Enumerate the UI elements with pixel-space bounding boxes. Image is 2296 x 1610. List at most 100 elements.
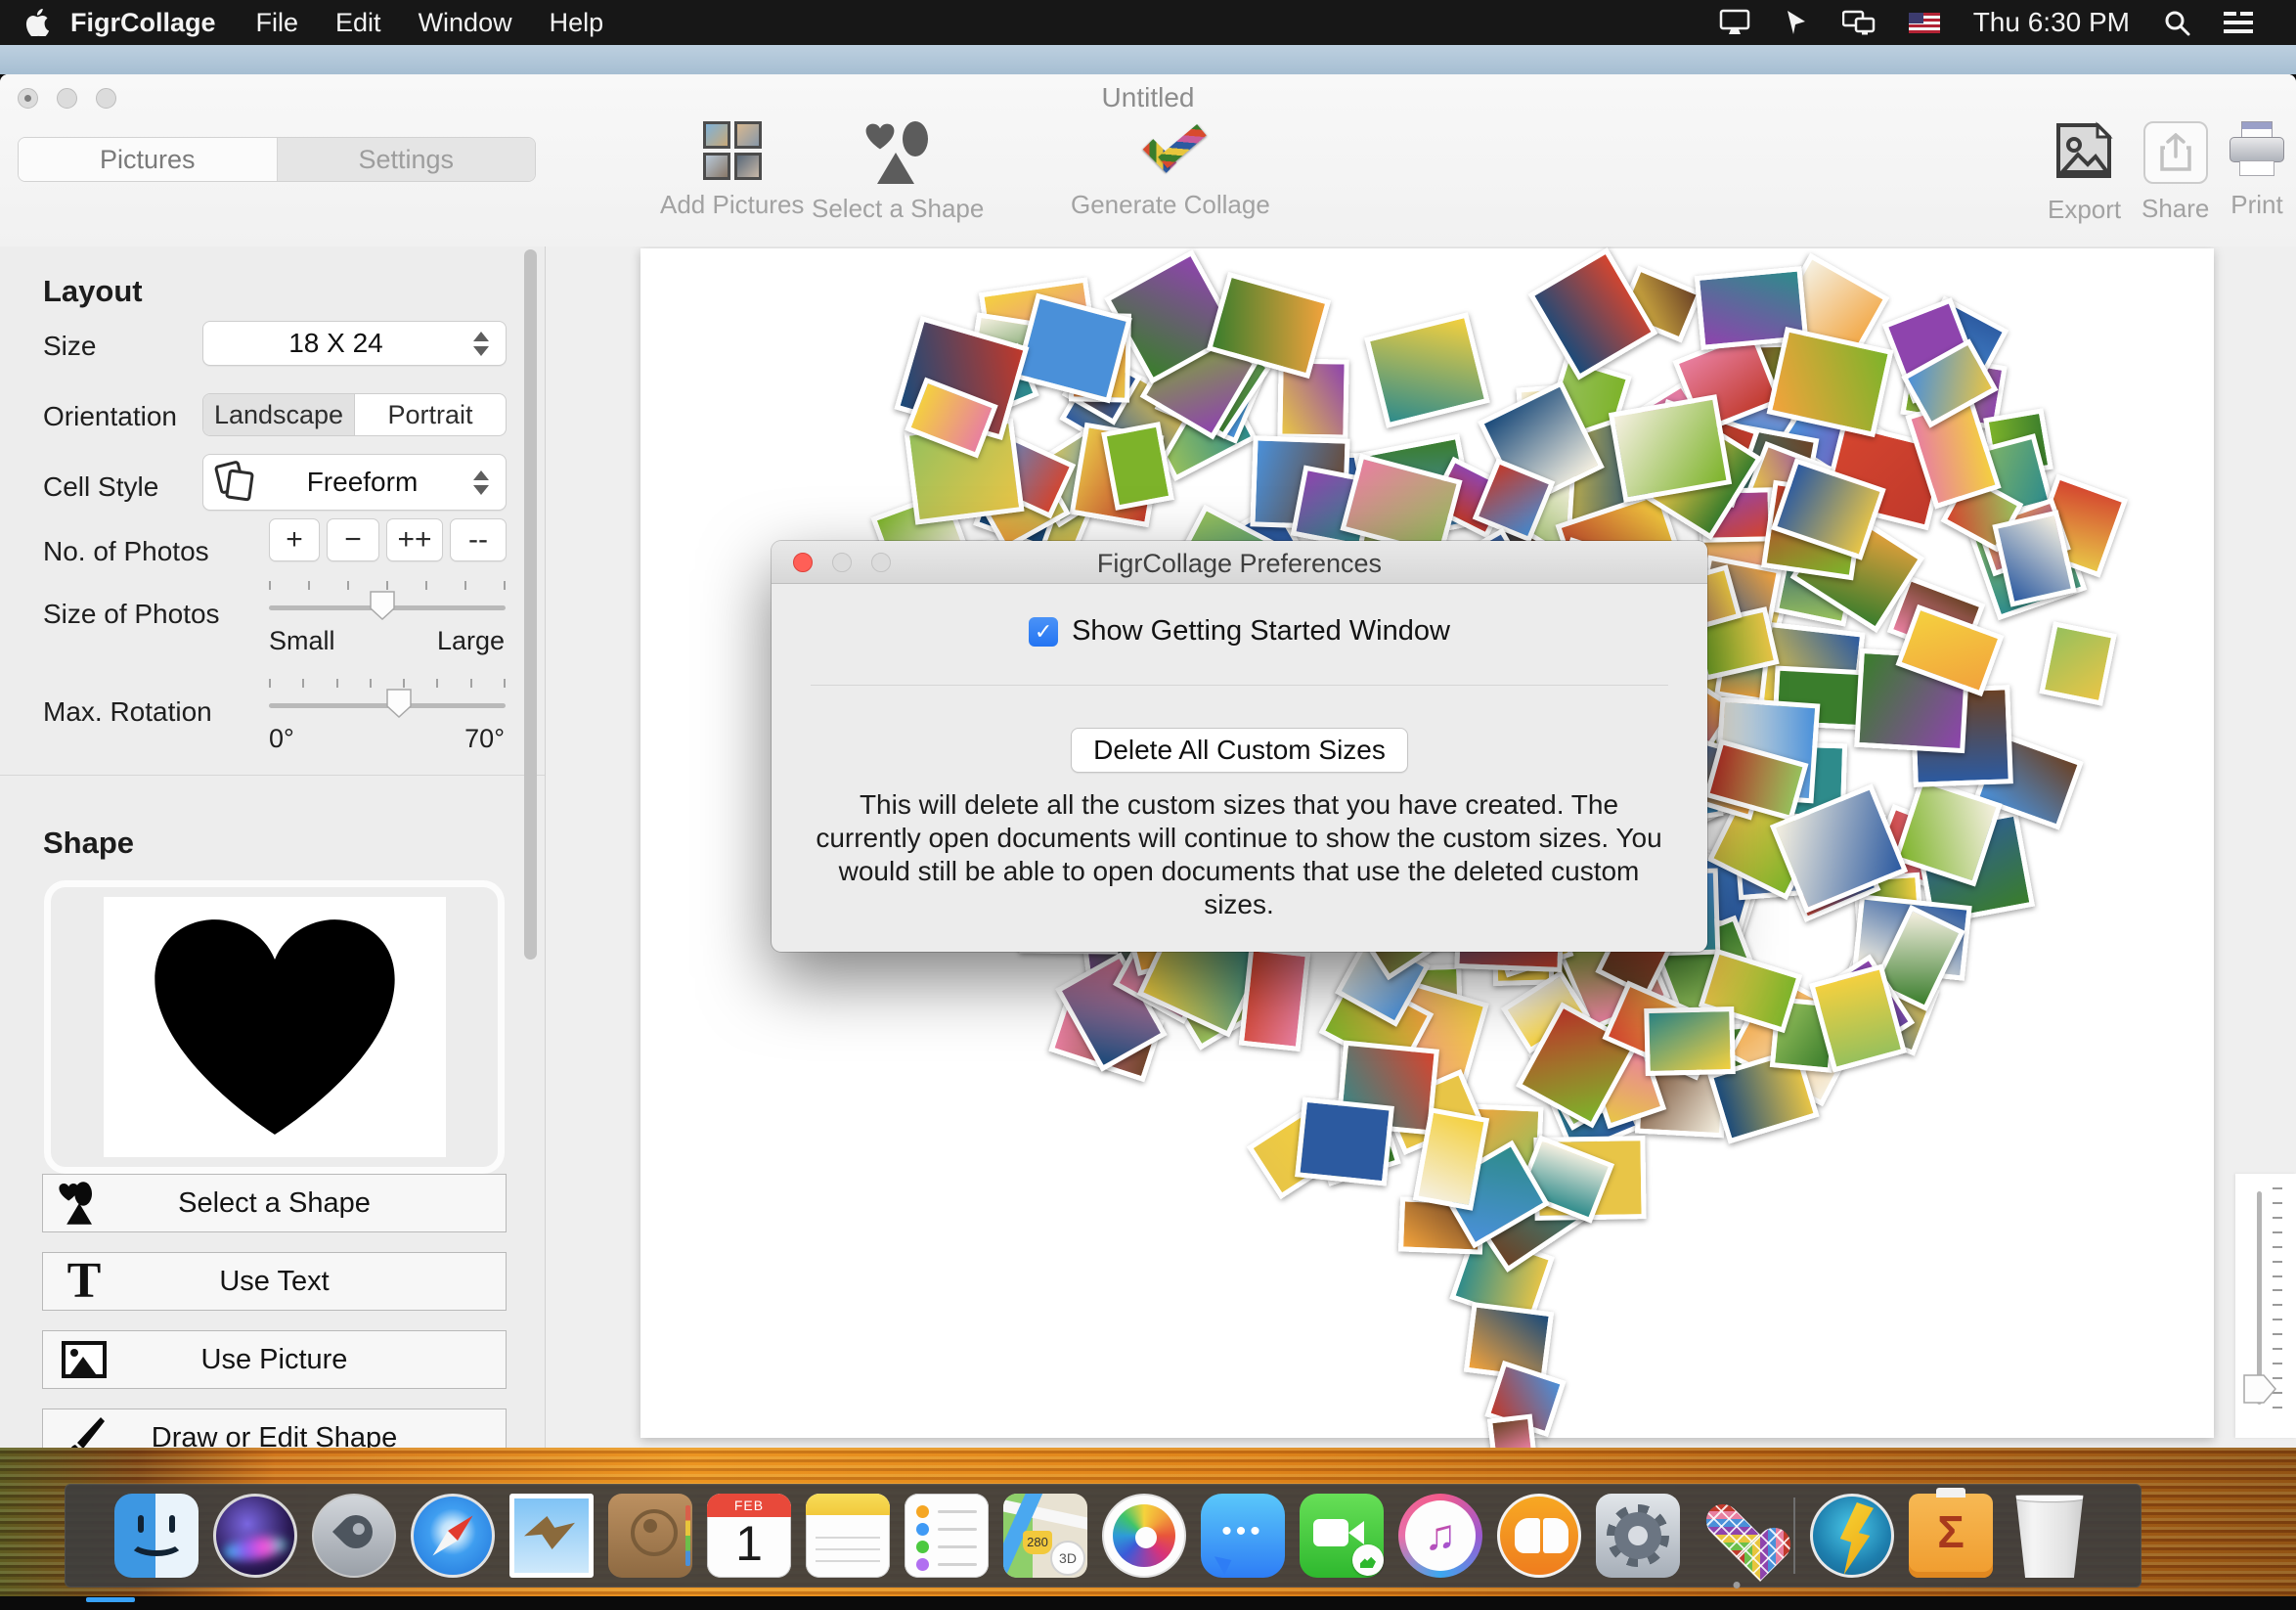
dock-figrcollage-icon[interactable] — [1695, 1494, 1779, 1578]
use-picture-label: Use Picture — [43, 1344, 506, 1376]
dock-calendar-icon[interactable]: FEB1 — [707, 1494, 791, 1578]
select-shape-button[interactable]: Select a Shape — [812, 121, 984, 224]
dock-maps-icon[interactable]: 2803D — [1003, 1494, 1087, 1578]
menu-window[interactable]: Window — [400, 8, 531, 38]
menu-help[interactable]: Help — [531, 8, 623, 38]
getting-started-checkbox-row[interactable]: ✓ Show Getting Started Window — [772, 615, 1707, 648]
messages-dots: ••• — [1201, 1527, 1285, 1537]
dialog-title: FigrCollage Preferences — [772, 549, 1707, 579]
shapes-icon — [59, 1187, 93, 1220]
menu-bar: FigrCollage File Edit Window Help Thu 6:… — [0, 0, 2296, 45]
collage-photo[interactable] — [2039, 621, 2117, 706]
photos-plusplus-button[interactable]: ++ — [386, 518, 443, 561]
dock-siri-icon[interactable] — [213, 1494, 297, 1578]
use-text-label: Use Text — [43, 1266, 506, 1298]
dock-system-preferences-icon[interactable] — [1596, 1494, 1680, 1578]
apple-menu-icon[interactable] — [25, 9, 49, 36]
orientation-landscape[interactable]: Landscape — [203, 394, 355, 435]
collage-photo[interactable] — [1609, 394, 1732, 502]
rotation-slider-thumb[interactable] — [386, 689, 412, 718]
dock-divider — [1793, 1498, 1795, 1574]
share-button[interactable]: Share — [2141, 121, 2209, 224]
menu-clock[interactable]: Thu 6:30 PM — [1973, 7, 2130, 38]
dock-finder-icon[interactable] — [114, 1494, 199, 1578]
share-icon — [2143, 121, 2208, 184]
draw-edit-shape-label: Draw or Edit Shape — [43, 1422, 506, 1449]
dock-trash-icon[interactable] — [2008, 1494, 2092, 1578]
add-pictures-icon — [703, 121, 762, 180]
dock-facetime-icon[interactable] — [1300, 1494, 1384, 1578]
menu-app-name[interactable]: FigrCollage — [49, 8, 238, 38]
input-language-flag-icon[interactable] — [1909, 13, 1940, 33]
shape-preview — [44, 880, 505, 1174]
canvas-zoom-thumb[interactable] — [2243, 1374, 2276, 1409]
getting-started-checkbox[interactable]: ✓ — [1029, 617, 1058, 647]
photos-plus-button[interactable]: + — [269, 518, 320, 561]
display-mirroring-icon[interactable] — [1719, 9, 1750, 36]
cell-style-dropdown[interactable]: Freeform — [202, 454, 507, 511]
calendar-month-text: FEB — [707, 1494, 791, 1517]
displays-icon[interactable] — [1842, 9, 1876, 36]
sidebar-scrollbar[interactable] — [524, 249, 537, 960]
photos-minus-button[interactable]: − — [327, 518, 379, 561]
stepper-arrows-icon — [468, 332, 494, 356]
generate-collage-icon — [1135, 121, 1206, 180]
draw-edit-shape-button[interactable]: Draw or Edit Shape — [42, 1409, 507, 1448]
collage-photo[interactable] — [1239, 946, 1310, 1051]
export-button[interactable]: Export — [2048, 121, 2121, 225]
dock-messages-icon[interactable]: ••• — [1201, 1494, 1285, 1578]
spotlight-search-icon[interactable] — [2163, 9, 2190, 36]
select-a-shape-button[interactable]: Select a Shape — [42, 1174, 507, 1232]
settings-sidebar: Layout Size 18 X 24 Orientation Landscap… — [0, 246, 546, 1448]
print-button[interactable]: Print — [2228, 121, 2286, 220]
freeform-cells-icon — [217, 463, 256, 502]
num-photos-label: No. of Photos — [43, 536, 209, 567]
dock-notes-icon[interactable] — [806, 1494, 890, 1578]
dock-reminders-icon[interactable] — [905, 1494, 989, 1578]
dock-mail-icon[interactable] — [509, 1494, 594, 1578]
dock-launchpad-icon[interactable] — [312, 1494, 396, 1578]
size-slider-ticks — [269, 581, 506, 590]
generate-collage-button[interactable]: Generate Collage — [1071, 121, 1270, 220]
collage-photo[interactable] — [1487, 1414, 1536, 1448]
shape-preview-canvas — [104, 897, 446, 1157]
dock-ibooks-icon[interactable] — [1497, 1494, 1581, 1578]
desktop-wallpaper-top — [0, 45, 2296, 74]
dock-itunes-icon[interactable]: ♫ — [1398, 1494, 1482, 1578]
dialog-titlebar[interactable]: FigrCollage Preferences — [772, 541, 1707, 584]
collage-photo[interactable] — [1295, 1096, 1393, 1185]
use-text-button[interactable]: T Use Text — [42, 1252, 507, 1311]
menu-file[interactable]: File — [238, 8, 318, 38]
use-picture-button[interactable]: Use Picture — [42, 1330, 507, 1389]
stepper-arrows-icon — [468, 470, 494, 495]
shape-heading: Shape — [43, 826, 134, 861]
export-icon — [2054, 121, 2115, 185]
dock-sigma-folder-icon[interactable]: Σ — [1909, 1494, 1993, 1578]
orientation-portrait[interactable]: Portrait — [355, 394, 506, 435]
size-slider-thumb[interactable] — [370, 591, 395, 620]
select-shape-label: Select a Shape — [812, 194, 984, 224]
size-photos-label: Size of Photos — [43, 599, 220, 630]
canvas-zoom-track[interactable] — [2257, 1191, 2262, 1405]
dialog-divider — [811, 685, 1668, 686]
dock-contacts-icon[interactable] — [608, 1494, 692, 1578]
screen-capture-icon[interactable] — [1784, 9, 1809, 36]
delete-custom-sizes-button[interactable]: Delete All Custom Sizes — [1071, 728, 1408, 773]
tab-pictures[interactable]: Pictures — [19, 138, 278, 181]
dock-photos-icon[interactable] — [1102, 1494, 1186, 1578]
menu-edit[interactable]: Edit — [317, 8, 400, 38]
collage-photo[interactable] — [1645, 1006, 1737, 1076]
rotation-max-label: 70° — [464, 724, 505, 754]
tab-settings[interactable]: Settings — [278, 138, 536, 181]
brush-icon — [59, 1414, 110, 1448]
preferences-dialog: FigrCollage Preferences ✓ Show Getting S… — [772, 541, 1707, 952]
mode-tabs: Pictures Settings — [18, 137, 536, 182]
calendar-day-text: 1 — [707, 1515, 791, 1572]
notification-center-icon[interactable] — [2224, 10, 2253, 35]
add-pictures-button[interactable]: Add Pictures — [660, 121, 804, 220]
photos-minusminus-button[interactable]: -- — [450, 518, 507, 561]
print-label: Print — [2230, 190, 2282, 220]
dock-lightning-app-icon[interactable] — [1810, 1494, 1894, 1578]
dock-safari-icon[interactable] — [411, 1494, 495, 1578]
size-dropdown[interactable]: 18 X 24 — [202, 321, 507, 366]
